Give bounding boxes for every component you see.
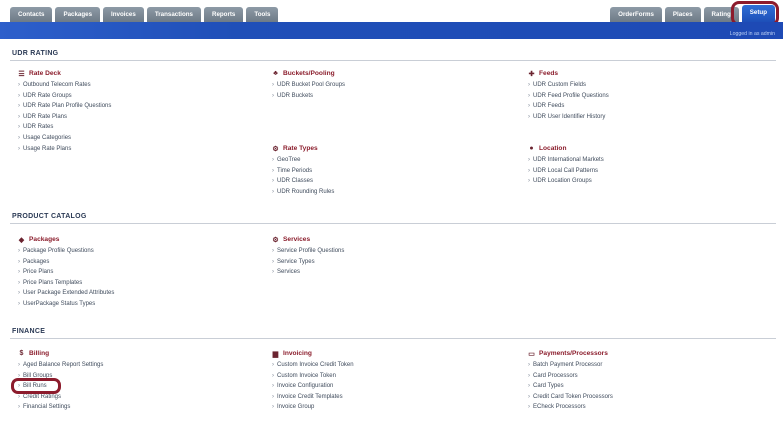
section-title-udr-rating: UDR RATING: [12, 50, 59, 57]
link-card-processors[interactable]: › Card Processors: [528, 371, 613, 382]
group-title-payments-processors: Payments/Processors: [539, 350, 608, 357]
link-time-periods[interactable]: › Time Periods: [272, 166, 334, 177]
link-udr-user-identifier-history[interactable]: › UDR User Identifier History: [528, 112, 609, 123]
link-service-profile-questions[interactable]: › Service Profile Questions: [272, 246, 344, 257]
group-title-rate-types: Rate Types: [283, 145, 318, 152]
group-location: ● Location › UDR International Markets › U…: [528, 145, 604, 187]
tab-transactions[interactable]: Transactions: [146, 7, 201, 22]
group-title-rate-deck: Rate Deck: [29, 70, 61, 77]
section-divider: [10, 338, 776, 339]
link-service-types[interactable]: › Service Types: [272, 257, 344, 268]
group-buckets-pooling: ♣ Buckets/Pooling › UDR Bucket Pool Group…: [272, 70, 345, 101]
group-title-invoicing: Invoicing: [283, 350, 312, 357]
sitemap-icon: ♣: [273, 70, 278, 77]
cogs-icon: ⚙: [272, 236, 279, 244]
link-card-types[interactable]: › Card Types: [528, 381, 613, 392]
link-udr-bucket-pool-groups[interactable]: › UDR Bucket Pool Groups: [272, 80, 345, 91]
link-udr-international-markets[interactable]: › UDR International Markets: [528, 155, 604, 166]
link-echeck-processors[interactable]: › ECheck Processors: [528, 402, 613, 413]
credit-card-icon: ▭: [528, 350, 535, 358]
logged-in-text: Logged in as admin: [729, 31, 775, 37]
section-title-finance: FINANCE: [12, 328, 46, 335]
tab-invoices[interactable]: Invoices: [103, 7, 144, 22]
link-usage-categories[interactable]: › Usage Categories: [18, 133, 111, 144]
group-title-location: Location: [539, 145, 567, 152]
group-rate-types: ⚙ Rate Types › GeoTree › Time Periods › UDR…: [272, 145, 334, 197]
tab-packages[interactable]: Packages: [55, 7, 101, 22]
link-udr-feeds[interactable]: › UDR Feeds: [528, 101, 609, 112]
group-invoicing: ▆ Invoicing › Custom Invoice Credit Token…: [272, 350, 354, 413]
globe-icon: ●: [529, 145, 534, 152]
link-price-plans-templates[interactable]: › Price Plans Templates: [18, 278, 114, 289]
link-usage-rate-plans[interactable]: › Usage Rate Plans: [18, 144, 111, 155]
link-financial-settings[interactable]: › Financial Settings: [18, 402, 103, 413]
link-udr-rates[interactable]: › UDR Rates: [18, 122, 111, 133]
link-udr-local-call-patterns[interactable]: › UDR Local Call Patterns: [528, 166, 604, 177]
group-title-packages: Packages: [29, 236, 60, 243]
list-icon: ☰: [18, 70, 25, 78]
link-udr-classes[interactable]: › UDR Classes: [272, 176, 334, 187]
bill-runs-highlight: [11, 378, 61, 394]
link-udr-rounding-rules[interactable]: › UDR Rounding Rules: [272, 187, 334, 198]
group-packages: ◆ Packages › Package Profile Questions › P…: [18, 236, 114, 310]
link-udr-custom-fields[interactable]: › UDR Custom Fields: [528, 80, 609, 91]
link-udr-rate-plan-profile-questions[interactable]: › UDR Rate Plan Profile Questions: [18, 101, 111, 112]
link-user-package-extended-attributes[interactable]: › User Package Extended Attributes: [18, 288, 114, 299]
link-credit-card-token-processors[interactable]: › Credit Card Token Processors: [528, 392, 613, 403]
link-packages[interactable]: › Packages: [18, 257, 114, 268]
link-udr-rate-groups[interactable]: › UDR Rate Groups: [18, 91, 111, 102]
header-banner: Logged in as admin: [0, 22, 783, 39]
link-udr-buckets[interactable]: › UDR Buckets: [272, 91, 345, 102]
link-userpackage-status-types[interactable]: › UserPackage Status Types: [18, 299, 114, 310]
group-payments-processors: ▭ Payments/Processors › Batch Payment Pro…: [528, 350, 613, 413]
plus-icon: ✚: [528, 70, 535, 78]
link-outbound-telecom-rates[interactable]: › Outbound Telecom Rates: [18, 80, 111, 91]
link-batch-payment-processor[interactable]: › Batch Payment Processor: [528, 360, 613, 371]
section-divider: [10, 60, 776, 61]
link-geotree[interactable]: › GeoTree: [272, 155, 334, 166]
sliders-icon: ⚙: [272, 145, 279, 153]
group-services: ⚙ Services › Service Profile Questions › S…: [272, 236, 344, 278]
group-title-billing: Billing: [29, 350, 50, 357]
group-title-buckets-pooling: Buckets/Pooling: [283, 70, 335, 77]
tab-orderforms[interactable]: OrderForms: [610, 7, 662, 22]
tab-reports[interactable]: Reports: [203, 7, 244, 22]
top-nav: Contacts Packages Invoices Transactions …: [0, 0, 783, 26]
link-udr-location-groups[interactable]: › UDR Location Groups: [528, 176, 604, 187]
group-title-feeds: Feeds: [539, 70, 559, 77]
box-icon: ◆: [18, 236, 25, 244]
tab-places[interactable]: Places: [664, 7, 701, 22]
section-divider: [10, 223, 776, 224]
link-price-plans[interactable]: › Price Plans: [18, 267, 114, 278]
link-udr-feed-profile-questions[interactable]: › UDR Feed Profile Questions: [528, 91, 609, 102]
tab-tools[interactable]: Tools: [246, 7, 279, 22]
section-title-product-catalog: PRODUCT CATALOG: [12, 213, 87, 220]
document-icon: ▆: [272, 350, 279, 358]
link-services[interactable]: › Services: [272, 267, 344, 278]
link-package-profile-questions[interactable]: › Package Profile Questions: [18, 246, 114, 257]
left-tab-group: Contacts Packages Invoices Transactions …: [10, 7, 279, 22]
group-title-services: Services: [283, 236, 311, 243]
link-custom-invoice-credit-token[interactable]: › Custom Invoice Credit Token: [272, 360, 354, 371]
link-udr-rate-plans[interactable]: › UDR Rate Plans: [18, 112, 111, 123]
link-invoice-configuration[interactable]: › Invoice Configuration: [272, 381, 354, 392]
link-aged-balance-report-settings[interactable]: › Aged Balance Report Settings: [18, 360, 103, 371]
link-invoice-credit-templates[interactable]: › Invoice Credit Templates: [272, 392, 354, 403]
tab-contacts[interactable]: Contacts: [10, 7, 53, 22]
link-custom-invoice-token[interactable]: › Custom Invoice Token: [272, 371, 354, 382]
link-invoice-group[interactable]: › Invoice Group: [272, 402, 354, 413]
group-rate-deck: ☰ Rate Deck › Outbound Telecom Rates › UDR…: [18, 70, 111, 154]
group-feeds: ✚ Feeds › UDR Custom Fields › UDR Feed Pro…: [528, 70, 609, 122]
dollar-icon: $: [19, 350, 24, 357]
